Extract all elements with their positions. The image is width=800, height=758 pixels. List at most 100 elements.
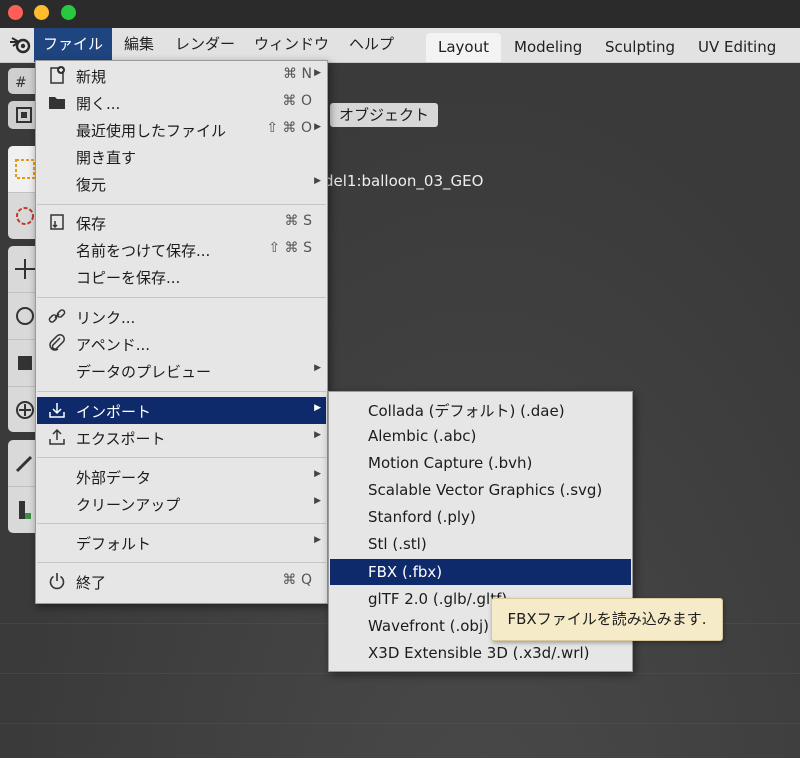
menu-item-label: glTF 2.0 (.glb/.gltf) [368, 590, 508, 608]
new-file-icon [50, 66, 65, 84]
minimize-window-button[interactable] [34, 5, 49, 20]
shortcut-label: ⌘ Q [282, 572, 312, 588]
scale-icon [18, 356, 32, 370]
submenu-arrow-icon: ▶ [314, 403, 321, 413]
menu-item-label: X3D Extensible 3D (.x3d/.wrl) [368, 644, 590, 662]
import-svg[interactable]: Scalable Vector Graphics (.svg) [330, 477, 631, 503]
transform-icon [16, 401, 34, 419]
ruler-icon [19, 501, 31, 519]
menu-item-label: 新規 [76, 68, 107, 86]
object-mode-button[interactable]: オブジェクト [330, 103, 439, 127]
svg-text:#: # [15, 75, 27, 91]
submenu-arrow-icon: ▶ [314, 469, 321, 479]
import-stl[interactable]: Stl (.stl) [330, 531, 631, 557]
menu-item-label: 終了 [76, 574, 107, 592]
shortcut-label: ⌘ O [282, 93, 312, 109]
menu-window[interactable]: ウィンドウ [254, 28, 329, 62]
paperclip-icon [49, 334, 65, 351]
menu-item-new[interactable]: 新規 ⌘ N ▶ [37, 62, 326, 89]
menu-item-data-previews[interactable]: データのプレビュー ▶ [37, 357, 326, 384]
menu-item-label: アペンド... [76, 336, 151, 354]
menu-divider [37, 391, 326, 392]
menu-item-revert[interactable]: 開き直す [37, 143, 326, 170]
menu-item-save-copy[interactable]: コピーを保存... [37, 263, 326, 290]
shortcut-label: ⇧ ⌘ S [268, 240, 312, 256]
menu-divider [37, 204, 326, 205]
tab-layout[interactable]: Layout [426, 33, 501, 62]
menu-item-recover[interactable]: 復元 ▶ [37, 170, 326, 197]
menu-item-label: エクスポート [76, 430, 166, 448]
window-title-bar [0, 0, 800, 28]
menu-item-label: 保存 [76, 215, 107, 233]
menu-divider [37, 297, 326, 298]
close-window-button[interactable] [8, 5, 23, 20]
3d-cursor-icon [16, 207, 34, 225]
menu-item-defaults[interactable]: デフォルト ▶ [37, 529, 326, 556]
menu-item-label: デフォルト [76, 535, 152, 553]
menu-item-external-data[interactable]: 外部データ ▶ [37, 463, 326, 490]
menu-item-save[interactable]: 保存 ⌘ S [37, 209, 326, 236]
blender-logo-icon[interactable] [9, 36, 33, 54]
submenu-arrow-icon: ▶ [314, 68, 321, 78]
import-collada[interactable]: Collada (デフォルト) (.dae) [330, 396, 631, 422]
import-bvh[interactable]: Motion Capture (.bvh) [330, 450, 631, 476]
menu-item-label: インポート [76, 403, 152, 421]
menu-item-label: 開く... [76, 95, 121, 113]
folder-icon [49, 97, 65, 109]
submenu-arrow-icon: ▶ [314, 122, 321, 132]
tab-modeling[interactable]: Modeling [502, 33, 594, 62]
menu-item-label: クリーンアップ [76, 496, 181, 514]
select-cursor-icon [15, 159, 35, 179]
tooltip: FBXファイルを読み込みます. [491, 598, 723, 641]
menu-item-open[interactable]: 開く... ⌘ O [37, 89, 326, 116]
import-x3d[interactable]: X3D Extensible 3D (.x3d/.wrl) [330, 640, 631, 666]
shortcut-label: ⇧ ⌘ O [266, 120, 312, 136]
menu-item-recent[interactable]: 最近使用したファイル ⇧ ⌘ O ▶ [37, 116, 326, 143]
rotate-icon [16, 307, 34, 325]
menu-item-label: Stl (.stl) [368, 535, 427, 553]
export-icon [49, 428, 65, 445]
menu-item-clean-up[interactable]: クリーンアップ ▶ [37, 490, 326, 517]
menu-item-import[interactable]: インポート ▶ [37, 397, 326, 424]
menu-divider [37, 523, 326, 524]
import-ply[interactable]: Stanford (.ply) [330, 504, 631, 530]
submenu-arrow-icon: ▶ [314, 535, 321, 545]
menu-item-label: Alembic (.abc) [368, 427, 477, 445]
tab-uv-editing[interactable]: UV Editing [686, 33, 788, 62]
menu-divider [37, 562, 326, 563]
menu-item-label: 最近使用したファイル [76, 122, 227, 140]
import-fbx[interactable]: FBX (.fbx) [330, 559, 631, 585]
submenu-arrow-icon: ▶ [314, 496, 321, 506]
menu-item-export[interactable]: エクスポート ▶ [37, 424, 326, 451]
menu-item-label: リンク... [76, 309, 136, 327]
menu-item-label: 外部データ [76, 469, 152, 487]
import-icon [49, 403, 65, 418]
pencil-icon [15, 455, 33, 473]
shortcut-label: ⌘ N [283, 66, 312, 82]
submenu-arrow-icon: ▶ [314, 363, 321, 373]
menu-item-label: 復元 [76, 176, 107, 194]
link-icon [48, 309, 66, 323]
menu-item-label: Wavefront (.obj) [368, 617, 489, 635]
menu-file[interactable]: ファイル [34, 28, 112, 62]
top-menubar: ファイル 編集 レンダー ウィンドウ ヘルプ Layout Modeling S… [0, 28, 800, 63]
menu-item-quit[interactable]: 終了 ⌘ Q [37, 568, 326, 595]
menu-item-label: Scalable Vector Graphics (.svg) [368, 481, 603, 499]
menu-edit[interactable]: 編集 [124, 28, 154, 62]
active-object-label: del1:balloon_03_GEO [324, 172, 484, 190]
tab-sculpting[interactable]: Sculpting [593, 33, 687, 62]
menu-item-label: FBX (.fbx) [368, 563, 443, 581]
menu-item-label: コピーを保存... [76, 269, 181, 287]
maximize-window-button[interactable] [61, 5, 76, 20]
menu-render[interactable]: レンダー [175, 28, 235, 62]
menu-item-label: Motion Capture (.bvh) [368, 454, 533, 472]
menu-item-label: 開き直す [76, 149, 137, 167]
menu-item-append[interactable]: アペンド... [37, 330, 326, 357]
save-icon [50, 214, 64, 230]
menu-help[interactable]: ヘルプ [349, 28, 394, 62]
menu-item-label: Collada (デフォルト) (.dae) [368, 402, 565, 420]
menu-item-link[interactable]: リンク... [37, 303, 326, 330]
file-menu: 新規 ⌘ N ▶ 開く... ⌘ O 最近使用したファイル ⇧ ⌘ O ▶ 開き… [35, 60, 328, 604]
menu-item-save-as[interactable]: 名前をつけて保存... ⇧ ⌘ S [37, 236, 326, 263]
import-alembic[interactable]: Alembic (.abc) [330, 423, 631, 449]
